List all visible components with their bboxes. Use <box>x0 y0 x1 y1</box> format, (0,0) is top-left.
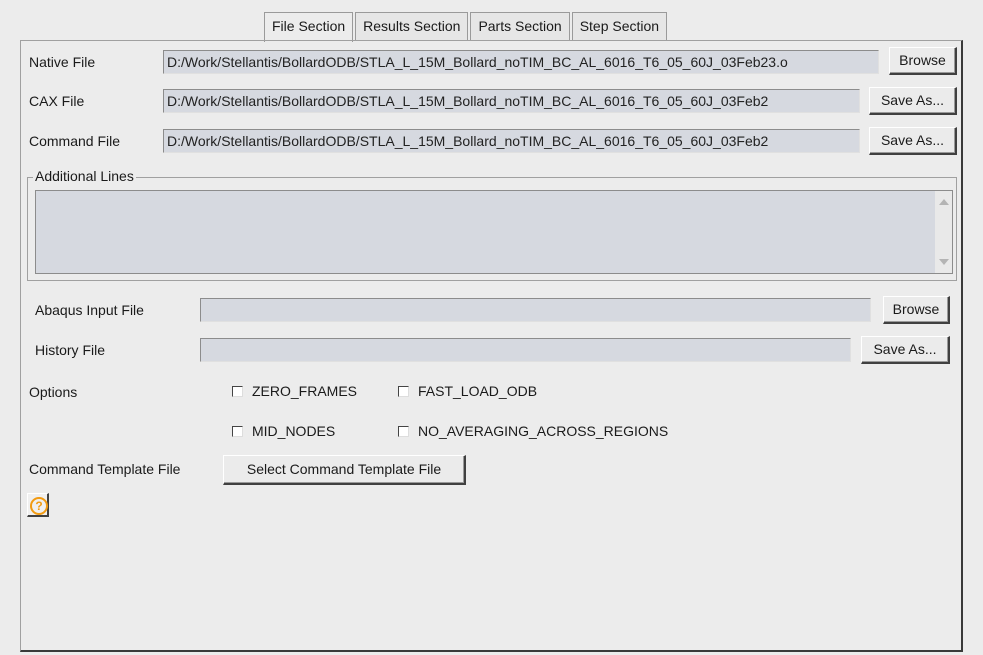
scroll-down-icon[interactable] <box>939 259 949 265</box>
no-averaging-label: NO_AVERAGING_ACROSS_REGIONS <box>418 423 669 439</box>
checkbox-box[interactable] <box>232 385 243 397</box>
cax-file-field[interactable]: D:/Work/Stellantis/BollardODB/STLA_L_15M… <box>163 89 860 113</box>
additional-lines-label: Additional Lines <box>33 168 136 184</box>
scroll-up-icon[interactable] <box>939 199 949 205</box>
tab-step-section[interactable]: Step Section <box>571 12 668 40</box>
native-file-field[interactable]: D:/Work/Stellantis/BollardODB/STLA_L_15M… <box>163 50 879 74</box>
checkbox-box[interactable] <box>398 385 409 397</box>
checkbox-box[interactable] <box>232 425 243 437</box>
fast-load-odb-label: FAST_LOAD_ODB <box>418 383 538 399</box>
abaqus-input-file-browse-button[interactable]: Browse <box>883 296 950 324</box>
cax-file-label: CAX File <box>29 93 85 109</box>
no-averaging-checkbox[interactable]: NO_AVERAGING_ACROSS_REGIONS <box>398 423 668 439</box>
tab-parts-section[interactable]: Parts Section <box>470 12 570 40</box>
abaqus-input-file-field[interactable] <box>200 298 871 322</box>
history-file-save-as-button[interactable]: Save As... <box>861 336 950 364</box>
tab-file-section[interactable]: File Section <box>264 12 354 42</box>
native-file-label: Native File <box>29 54 96 70</box>
history-file-label: History File <box>35 342 106 358</box>
mid-nodes-label: MID_NODES <box>252 423 336 439</box>
additional-lines-scrollbar[interactable] <box>935 191 952 273</box>
command-file-field[interactable]: D:/Work/Stellantis/BollardODB/STLA_L_15M… <box>163 129 860 153</box>
tab-bar: File Section Results Section Parts Secti… <box>264 12 669 42</box>
history-file-field[interactable] <box>200 338 851 362</box>
select-command-template-button[interactable]: Select Command Template File <box>223 455 466 485</box>
mid-nodes-checkbox[interactable]: MID_NODES <box>232 423 335 439</box>
fast-load-odb-checkbox[interactable]: FAST_LOAD_ODB <box>398 383 537 399</box>
command-file-save-as-button[interactable]: Save As... <box>869 127 957 155</box>
abaqus-input-file-label: Abaqus Input File <box>35 302 144 318</box>
native-file-browse-button[interactable]: Browse <box>889 47 957 75</box>
tab-results-section[interactable]: Results Section <box>355 12 469 40</box>
zero-frames-label: ZERO_FRAMES <box>252 383 358 399</box>
command-file-label: Command File <box>29 133 121 149</box>
help-button[interactable]: ? <box>27 493 49 517</box>
additional-lines-textarea[interactable] <box>35 190 953 274</box>
help-icon: ? <box>30 497 48 515</box>
cax-file-save-as-button[interactable]: Save As... <box>869 87 957 115</box>
command-template-label: Command Template File <box>29 461 181 477</box>
zero-frames-checkbox[interactable]: ZERO_FRAMES <box>232 383 357 399</box>
checkbox-box[interactable] <box>398 425 409 437</box>
options-label: Options <box>29 384 78 400</box>
